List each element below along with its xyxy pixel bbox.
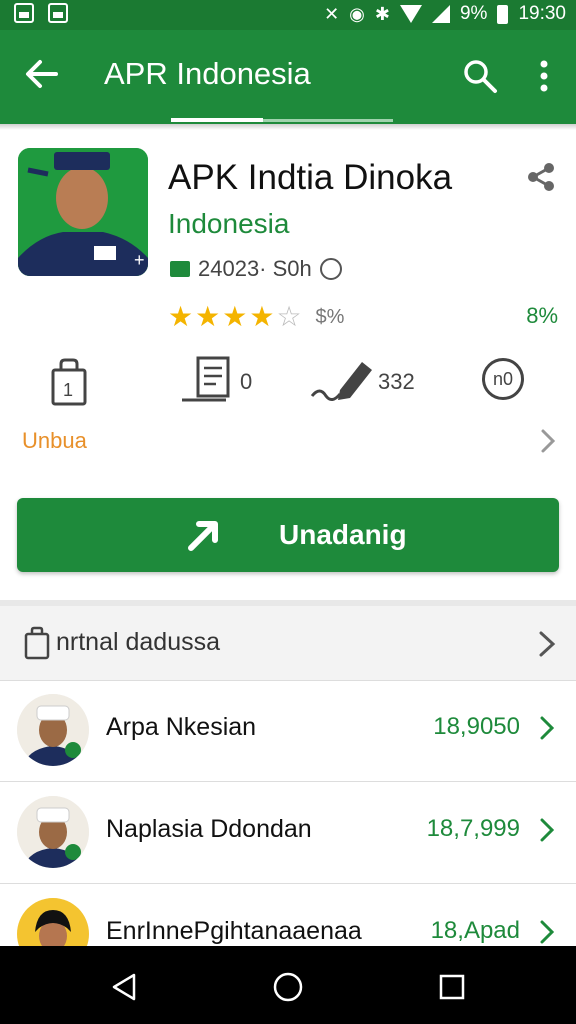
bluetooth-icon: ✱ <box>374 3 390 24</box>
install-button-label: Unadanig <box>279 519 407 550</box>
signal-icon <box>431 5 450 23</box>
image-notification-icon <box>48 3 68 23</box>
item-value: 18,Apad <box>430 917 520 944</box>
right-percent: 8% <box>526 303 558 328</box>
item-name: Arpa Nkesian <box>106 713 257 741</box>
app-bar: APR Indonesia <box>0 30 576 124</box>
chevron-right-icon <box>540 920 554 944</box>
tab-indicator-secondary <box>263 119 393 122</box>
star-icon: ★ <box>249 301 275 332</box>
status-indicators: ✕ ◉ ✱ 9% 19:30 <box>324 3 566 25</box>
app-meta-text: 24023· S0h <box>198 256 312 281</box>
battery-icon <box>497 4 509 24</box>
bag-icon <box>24 626 50 660</box>
bag-icon: 1 <box>51 358 87 406</box>
install-button[interactable]: Unadanig <box>17 498 559 572</box>
app-icon: + <box>18 148 148 276</box>
info-icon <box>319 258 342 280</box>
status-bar: ✕ ◉ ✱ 9% 19:30 <box>0 0 576 30</box>
item-value: 18,7,999 <box>426 815 520 842</box>
category-link[interactable]: Unbua <box>22 428 87 454</box>
app-title: APK Indtia Dinoka <box>168 158 453 197</box>
tab-indicator <box>171 118 263 122</box>
item-name: EnrInnePgihtanaaenaa <box>106 917 362 945</box>
pencil-icon <box>310 362 372 401</box>
section-title: nrtnal dadussa <box>56 628 221 656</box>
stat-size: 332 <box>310 356 415 408</box>
more-vert-icon[interactable] <box>534 58 554 94</box>
app-icon-illustration: + <box>18 148 148 276</box>
avatar-illustration <box>17 796 89 868</box>
nav-back-icon[interactable] <box>110 972 138 1002</box>
navigation-bar <box>0 946 576 1024</box>
app-bar-shadow <box>0 124 576 130</box>
alarm-icon: ◉ <box>349 3 365 24</box>
mute-icon: ✕ <box>324 3 340 24</box>
nav-home-icon[interactable] <box>272 971 304 1003</box>
section-header[interactable]: nrtnal dadussa <box>0 606 576 681</box>
document-icon <box>182 356 230 402</box>
list-item[interactable]: Naplasia Ddondan 18,7,999 <box>0 782 576 884</box>
avatar <box>17 796 89 868</box>
star-icon: ★ <box>168 301 194 332</box>
content-rating-icon: n0 <box>482 358 524 400</box>
stat-downloads: 1 <box>50 358 88 406</box>
svg-text:+: + <box>134 250 145 270</box>
share-icon[interactable] <box>526 162 556 192</box>
battery-text: 9% <box>459 3 488 24</box>
star-half-icon: ☆ <box>276 301 302 332</box>
chevron-right-icon <box>540 818 554 842</box>
badge-icon <box>170 261 190 277</box>
arrow-back-icon[interactable] <box>22 54 62 94</box>
search-icon[interactable] <box>462 58 498 94</box>
nav-recents-icon[interactable] <box>438 973 466 1001</box>
developer-name[interactable]: Indonesia <box>168 208 289 240</box>
arrow-icon <box>188 521 218 551</box>
wifi-icon <box>399 5 422 23</box>
item-name: Naplasia Ddondan <box>106 815 312 843</box>
notification-icon <box>14 3 34 23</box>
app-meta: 24023· S0h <box>170 256 342 282</box>
content-rating-value: n0 <box>492 368 514 389</box>
clock: 19:30 <box>518 3 566 24</box>
item-value: 18,9050 <box>433 713 520 740</box>
star-icon: ★ <box>222 301 248 332</box>
chevron-right-icon <box>540 716 554 740</box>
rating-row: ★ ★ ★ ★ ☆ $% <box>168 303 344 331</box>
list-item[interactable]: Arpa Nkesian 18,9050 <box>0 680 576 782</box>
avatar-illustration <box>17 694 89 766</box>
star-icon: ★ <box>195 301 221 332</box>
svg-text:1: 1 <box>63 380 73 400</box>
notification-icons <box>14 3 68 23</box>
stat-size-value: 332 <box>378 369 415 394</box>
avatar <box>17 694 89 766</box>
chevron-right-icon[interactable] <box>538 630 556 658</box>
app-bar-title: APR Indonesia <box>104 56 311 91</box>
stats-row: 1 0 332 n0 <box>0 350 576 420</box>
rating-percent: $% <box>315 305 345 328</box>
stat-reviews: 0 <box>180 356 252 408</box>
stat-reviews-value: 0 <box>240 369 253 394</box>
stat-rating-badge: n0 <box>482 358 524 400</box>
chevron-right-icon[interactable] <box>540 428 556 454</box>
